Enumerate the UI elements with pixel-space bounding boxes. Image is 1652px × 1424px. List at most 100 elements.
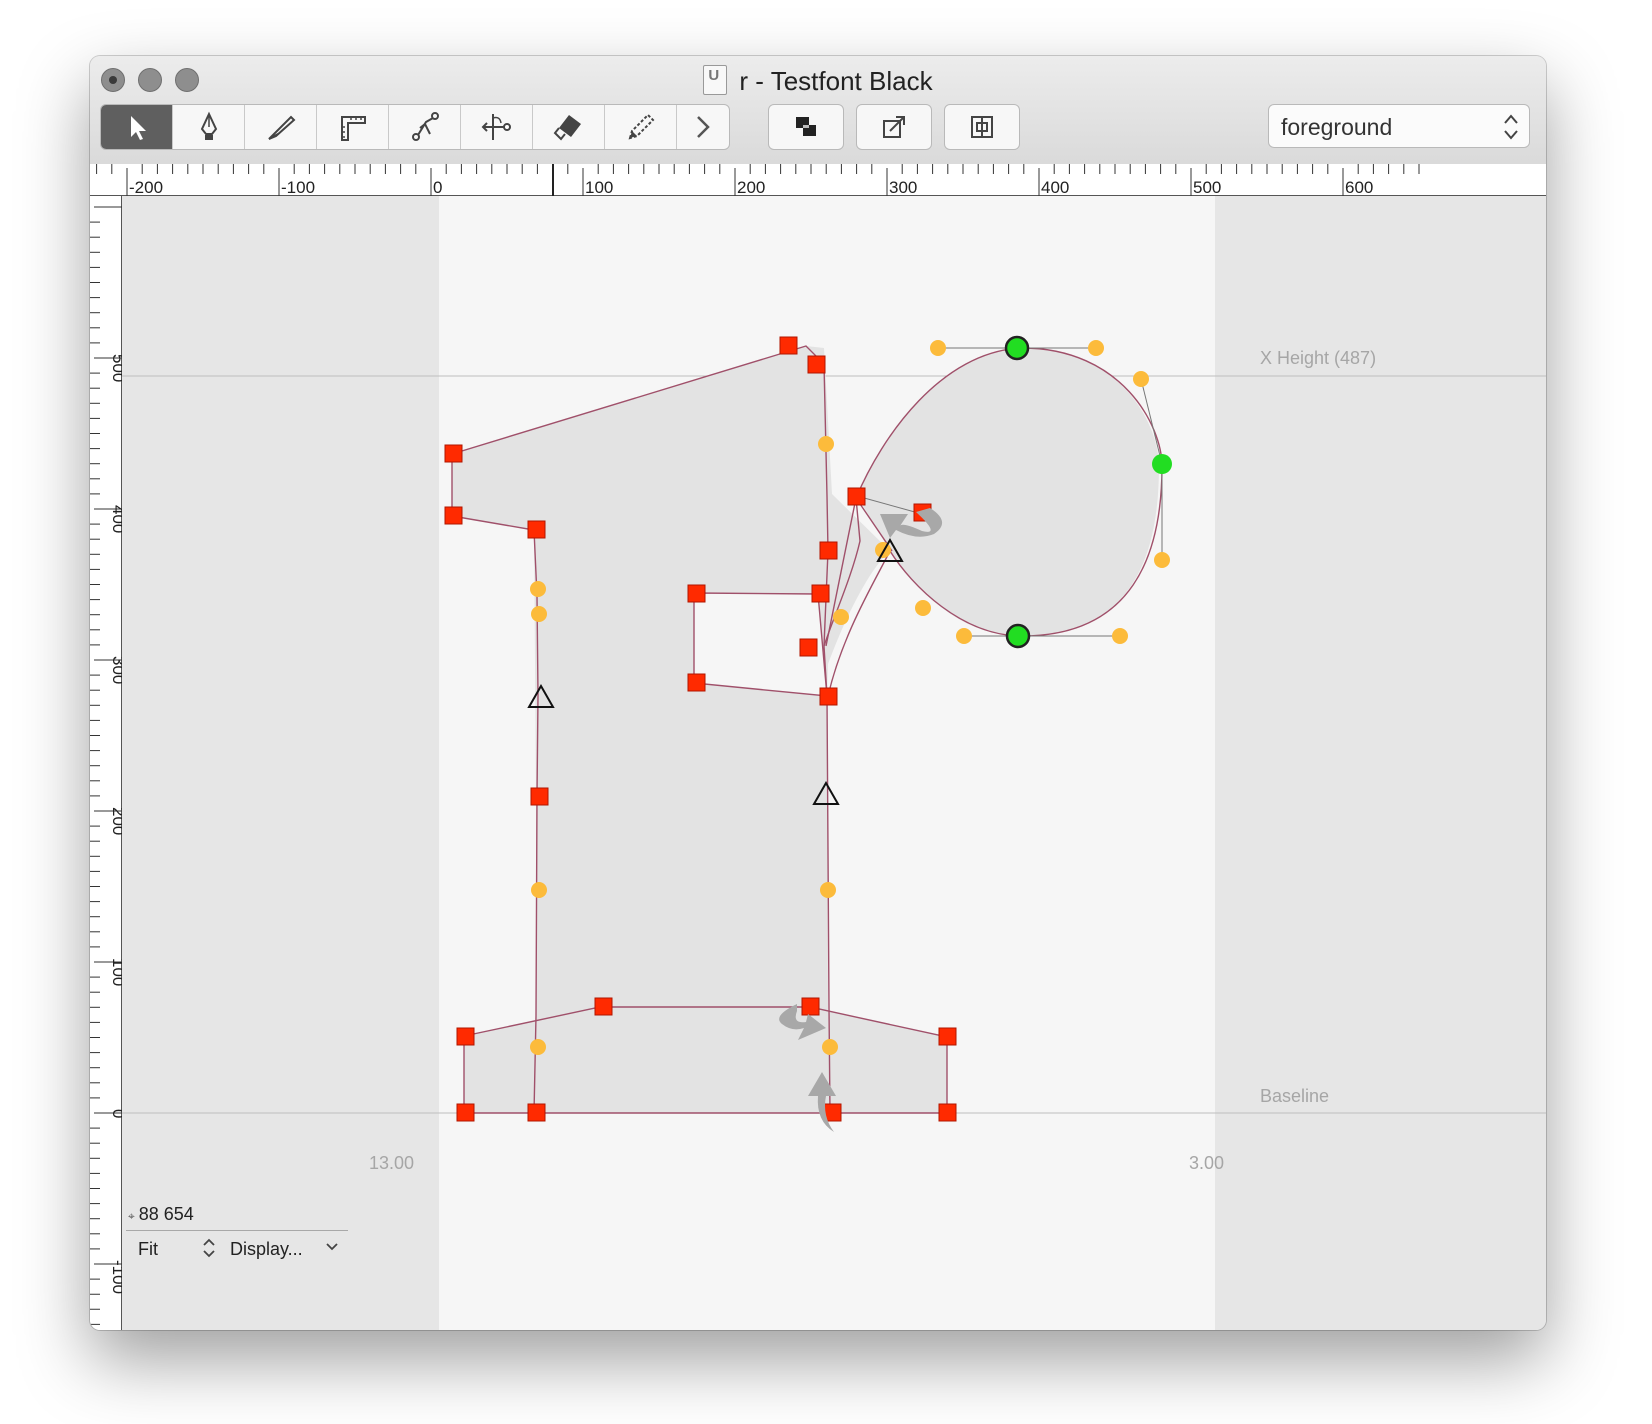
off-curve-point xyxy=(833,609,849,625)
layer-overlap-button[interactable] xyxy=(768,104,844,150)
left-sidebearing-value[interactable]: 13.00 xyxy=(369,1153,414,1174)
on-curve-point xyxy=(779,336,798,355)
select-tool[interactable] xyxy=(101,105,173,149)
ruler-icon xyxy=(340,116,366,141)
x-height-label: X Height (487) xyxy=(1260,348,1377,368)
crosshair-icon: ⌖ xyxy=(128,1209,135,1223)
sidebearing-tool[interactable] xyxy=(461,105,533,149)
bender-icon xyxy=(411,112,439,141)
on-curve-point xyxy=(938,1103,957,1122)
ruler-label: 400 xyxy=(1041,178,1069,196)
off-curve-point xyxy=(1112,628,1128,644)
ruler-label: 400 xyxy=(109,505,122,533)
zoom-select[interactable]: Fit xyxy=(138,1239,158,1260)
horizontal-ruler: -200 -100 0 100 200 300 400 500 600 xyxy=(90,164,1546,197)
title-bar: r - Testfont Black xyxy=(90,56,1546,165)
overlap-squares-icon xyxy=(796,117,816,136)
smooth-point xyxy=(1004,335,1030,361)
off-curve-point xyxy=(930,340,946,356)
on-curve-point xyxy=(819,687,838,706)
ruler-label: -100 xyxy=(109,1260,122,1294)
on-curve-point xyxy=(938,1027,957,1046)
pen-tool[interactable] xyxy=(173,105,245,149)
layer-select[interactable]: foreground xyxy=(1268,104,1530,148)
pencil-icon xyxy=(628,113,654,140)
ruler-label: 200 xyxy=(109,807,122,835)
on-curve-point xyxy=(807,355,826,374)
ruler-label: -100 xyxy=(281,178,315,196)
knife-tool[interactable] xyxy=(245,105,317,149)
coordinate-readout: ⌖ 88 654 xyxy=(128,1204,194,1224)
horizontal-ruler-ticks: -200 -100 0 100 200 300 400 500 600 xyxy=(96,164,1420,197)
on-curve-point xyxy=(801,997,820,1016)
chevron-right-icon xyxy=(697,116,710,138)
bender-tool[interactable] xyxy=(389,105,461,149)
off-curve-point xyxy=(1154,552,1170,568)
smooth-point xyxy=(1152,454,1172,474)
sidebearing-icon xyxy=(481,114,511,140)
off-curve-point xyxy=(531,606,547,622)
ruler-label: 300 xyxy=(109,656,122,684)
right-sidebearing-value[interactable]: 3.00 xyxy=(1189,1153,1224,1174)
off-curve-point xyxy=(530,1039,546,1055)
on-curve-point xyxy=(530,787,549,806)
tool-group xyxy=(100,104,730,150)
off-curve-point xyxy=(818,436,834,452)
off-curve-point xyxy=(1133,371,1149,387)
transform-button[interactable] xyxy=(856,104,932,150)
off-curve-point xyxy=(1088,340,1104,356)
measure-tool[interactable] xyxy=(317,105,389,149)
ruler-label: 300 xyxy=(889,178,917,196)
off-curve-point xyxy=(956,628,972,644)
ruler-label: 500 xyxy=(109,354,122,382)
component-icon xyxy=(971,116,993,138)
ruler-label: -200 xyxy=(129,178,163,196)
on-curve-point xyxy=(811,584,830,603)
ruler-label: 100 xyxy=(109,958,122,986)
glyph-canvas[interactable]: X Height (487) Baseline 13.00 3.00 xyxy=(122,196,1546,1330)
chevron-down-icon[interactable] xyxy=(324,1238,340,1254)
eraser-icon xyxy=(553,115,581,141)
on-curve-point xyxy=(687,673,706,692)
vertical-ruler: 500 400 300 200 100 0 -100 xyxy=(90,196,128,1330)
smooth-point xyxy=(1005,623,1031,649)
arrow-pointer-icon xyxy=(130,116,146,140)
on-curve-point xyxy=(527,1103,546,1122)
ruler-label: 200 xyxy=(737,178,765,196)
ufo-document-icon xyxy=(703,65,728,95)
select-stepper-icon xyxy=(1504,114,1518,140)
pen-nib-icon xyxy=(200,111,217,140)
on-curve-point xyxy=(444,506,463,525)
window-title: r - Testfont Black xyxy=(90,65,1546,97)
ruler-label: 0 xyxy=(109,1109,122,1118)
knife-icon xyxy=(267,115,295,140)
off-curve-point xyxy=(915,600,931,616)
off-curve-point xyxy=(822,1039,838,1055)
bottom-bar: Fit Display... xyxy=(126,1230,348,1265)
eraser-tool[interactable] xyxy=(533,105,605,149)
component-button[interactable] xyxy=(944,104,1020,150)
ruler-label: 500 xyxy=(1193,178,1221,196)
on-curve-point xyxy=(444,444,463,463)
on-curve-point xyxy=(527,520,546,539)
on-curve-point xyxy=(819,541,838,560)
on-curve-point xyxy=(687,584,706,603)
off-curve-point xyxy=(531,882,547,898)
display-menu[interactable]: Display... xyxy=(230,1239,303,1260)
more-tools-button[interactable] xyxy=(677,105,729,149)
on-curve-point xyxy=(847,487,866,506)
zoom-stepper-icon[interactable] xyxy=(202,1237,216,1259)
transform-icon xyxy=(883,116,905,138)
on-curve-point xyxy=(456,1027,475,1046)
on-curve-point xyxy=(799,638,818,657)
pencil-tool[interactable] xyxy=(605,105,677,149)
baseline-label: Baseline xyxy=(1260,1086,1330,1106)
ruler-label: 0 xyxy=(433,178,442,196)
on-curve-point xyxy=(456,1103,475,1122)
ruler-label: 100 xyxy=(585,178,613,196)
off-curve-point xyxy=(530,581,546,597)
on-curve-point xyxy=(594,997,613,1016)
vertical-ruler-ticks: 500 400 300 200 100 0 -100 xyxy=(90,206,128,1325)
glyph-window: r - Testfont Black xyxy=(90,56,1546,1330)
ruler-label: 600 xyxy=(1345,178,1373,196)
